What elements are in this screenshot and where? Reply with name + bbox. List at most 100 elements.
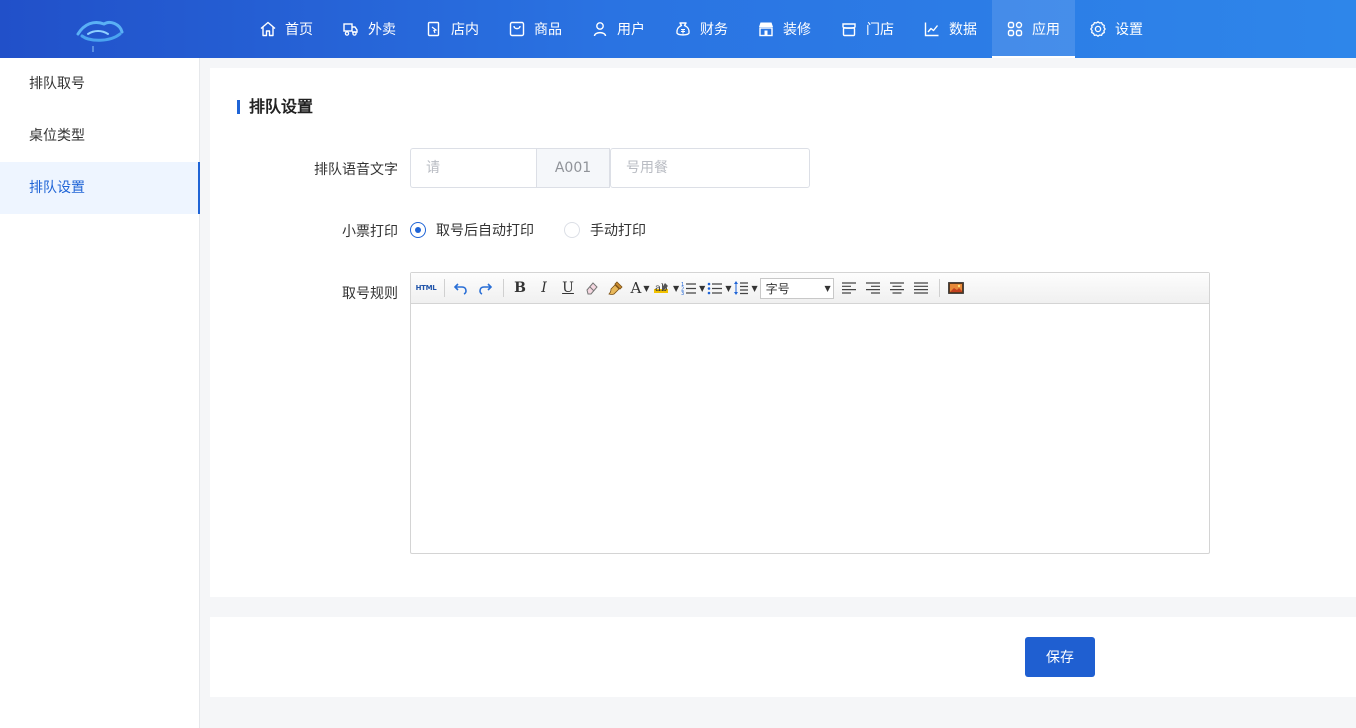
- chevron-down-icon: ▼: [673, 283, 680, 293]
- nav-item-settings[interactable]: 设置: [1075, 0, 1158, 58]
- cloud-logo-icon: [76, 20, 124, 52]
- undo-icon: [453, 283, 467, 295]
- align-justify-icon: [913, 282, 928, 294]
- font-color-button[interactable]: A ▼: [629, 277, 651, 299]
- ticket-print-label: 小票打印: [342, 224, 398, 240]
- nav-item-goods[interactable]: 商品: [494, 0, 577, 58]
- nav-item-label: 首页: [285, 22, 313, 38]
- toolbar-divider: [503, 279, 504, 297]
- top-nav-bar: 首页 外卖 店内 商品 用户 财务 装修 门店 数据 应用 设置: [0, 0, 1356, 58]
- queue-rules-label: 取号规则: [342, 286, 398, 302]
- nav-item-dine-in[interactable]: 店内: [411, 0, 494, 58]
- align-center-button[interactable]: [886, 277, 908, 299]
- align-justify-button[interactable]: [910, 277, 932, 299]
- html-source-button[interactable]: HTML: [415, 277, 437, 299]
- highlight-icon: ab: [654, 283, 668, 294]
- line-height-button[interactable]: ▼: [733, 277, 758, 299]
- rich-text-editor: HTML B I U A ▼ ab ▼ 1 2 3 ▼ ▼ ▼ 字号 ▼: [410, 272, 1210, 554]
- nav-item-label: 财务: [700, 22, 728, 38]
- underline-button[interactable]: U: [557, 277, 579, 299]
- image-icon: [947, 282, 964, 294]
- line-height-icon: [734, 281, 749, 295]
- highlight-color-button[interactable]: ab ▼: [653, 277, 679, 299]
- nav-item-decoration[interactable]: 装修: [743, 0, 826, 58]
- nav-item-label: 应用: [1032, 22, 1060, 38]
- radio-manual-print[interactable]: 手动打印: [564, 220, 646, 240]
- editor-toolbar: HTML B I U A ▼ ab ▼ 1 2 3 ▼ ▼ ▼ 字号 ▼: [411, 273, 1209, 304]
- ticket-print-radio-group: 取号后自动打印 手动打印: [410, 220, 676, 240]
- chevron-down-icon: ▼: [751, 283, 758, 293]
- main-nav: 首页 外卖 店内 商品 用户 财务 装修 门店 数据 应用 设置: [245, 0, 1158, 58]
- nav-item-delivery[interactable]: 外卖: [328, 0, 411, 58]
- font-size-select[interactable]: 字号 ▼: [759, 277, 834, 299]
- sidebar-item-table-type[interactable]: 桌位类型: [0, 110, 199, 162]
- nav-item-label: 装修: [783, 22, 811, 38]
- align-left-icon: [841, 282, 856, 294]
- radio-checked-icon: [410, 222, 426, 238]
- save-button[interactable]: 保存: [1025, 637, 1095, 677]
- italic-icon: I: [541, 280, 547, 296]
- align-right-button[interactable]: [862, 277, 884, 299]
- nav-item-data[interactable]: 数据: [909, 0, 992, 58]
- nav-item-label: 门店: [866, 22, 894, 38]
- home-icon: [259, 20, 277, 38]
- bold-button[interactable]: B: [509, 277, 531, 299]
- nav-item-apps[interactable]: 应用: [992, 0, 1075, 58]
- sidebar: 排队取号 桌位类型 排队设置: [0, 58, 200, 728]
- underline-icon: U: [562, 280, 574, 296]
- sidebar-item-queue-settings[interactable]: 排队设置: [0, 162, 200, 214]
- voice-text-label: 排队语音文字: [314, 162, 398, 178]
- redo-button[interactable]: [474, 277, 496, 299]
- chevron-down-icon: ▼: [824, 283, 831, 293]
- toolbar-divider: [444, 279, 445, 297]
- italic-button[interactable]: I: [533, 277, 555, 299]
- radio-label: 取号后自动打印: [436, 223, 534, 239]
- action-bar: 保存: [210, 617, 1356, 697]
- format-painter-button[interactable]: [605, 277, 627, 299]
- ordered-list-icon: 123: [681, 282, 697, 296]
- nav-item-label: 用户: [617, 22, 645, 38]
- editor-content-area[interactable]: [411, 304, 1209, 553]
- nav-item-home[interactable]: 首页: [245, 0, 328, 58]
- unordered-list-icon: [708, 282, 723, 295]
- align-center-icon: [889, 282, 904, 294]
- insert-image-button[interactable]: [945, 277, 967, 299]
- toolbar-divider: [938, 279, 940, 297]
- chevron-down-icon: ▼: [643, 283, 650, 293]
- font-color-icon: A: [630, 279, 642, 297]
- brush-icon: [608, 281, 623, 295]
- nav-item-label: 外卖: [368, 22, 396, 38]
- user-icon: [591, 20, 609, 38]
- chevron-down-icon: ▼: [725, 283, 732, 293]
- svg-text:3: 3: [681, 291, 684, 296]
- chart-icon: [923, 20, 941, 38]
- delivery-icon: [342, 20, 360, 38]
- ordered-list-button[interactable]: 123 ▼: [681, 277, 705, 299]
- align-left-button[interactable]: [838, 277, 860, 299]
- bold-icon: B: [514, 280, 526, 296]
- radio-label: 手动打印: [590, 223, 646, 239]
- goods-icon: [508, 20, 526, 38]
- voice-number-addon: A001: [536, 148, 610, 188]
- nav-item-store[interactable]: 门店: [826, 0, 909, 58]
- nav-item-label: 商品: [534, 22, 562, 38]
- html-icon: HTML: [415, 284, 437, 292]
- section-title: 排队设置: [237, 97, 313, 117]
- font-size-value: 字号: [765, 281, 790, 296]
- sidebar-item-queue-ticket[interactable]: 排队取号: [0, 58, 199, 110]
- voice-suffix-input[interactable]: [610, 148, 810, 188]
- radio-unchecked-icon: [564, 222, 580, 238]
- radio-auto-print[interactable]: 取号后自动打印: [410, 220, 534, 240]
- chevron-down-icon: ▼: [699, 283, 706, 293]
- eraser-icon: [586, 282, 598, 295]
- nav-item-user[interactable]: 用户: [577, 0, 660, 58]
- unordered-list-button[interactable]: ▼: [707, 277, 731, 299]
- settings-icon: [1089, 20, 1107, 38]
- apps-icon: [1006, 20, 1024, 38]
- align-right-icon: [865, 282, 880, 294]
- nav-item-finance[interactable]: 财务: [660, 0, 743, 58]
- voice-prefix-input[interactable]: [410, 148, 536, 188]
- undo-button[interactable]: [450, 277, 472, 299]
- eraser-button[interactable]: [581, 277, 603, 299]
- brand-logo[interactable]: [0, 0, 200, 58]
